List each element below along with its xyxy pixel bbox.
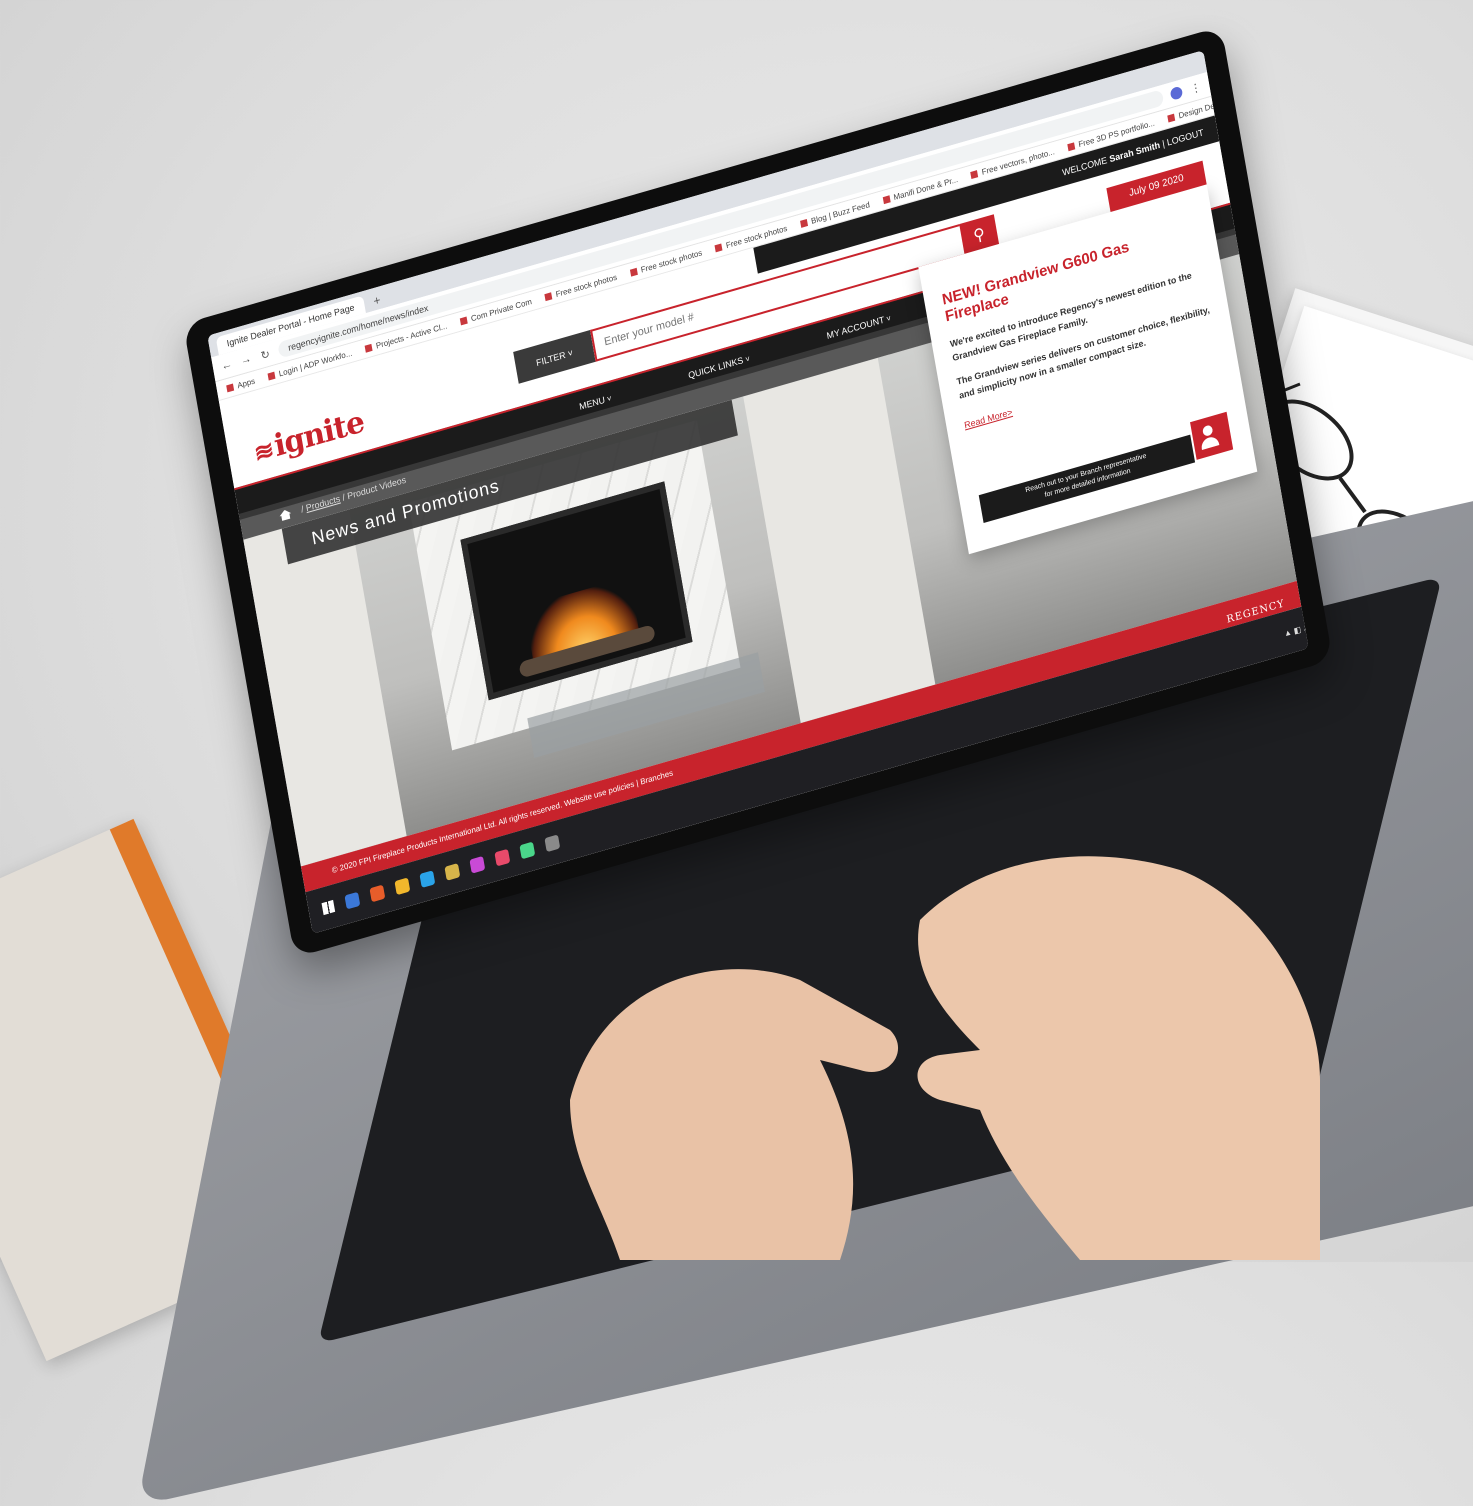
windows-start-icon[interactable] [321, 899, 336, 916]
breadcrumb-separator: / [341, 492, 346, 503]
back-icon[interactable]: ← [220, 358, 234, 373]
home-icon[interactable] [279, 508, 292, 521]
chevron-down-icon: ˅ [566, 347, 574, 360]
breadcrumb-products[interactable]: Products [305, 493, 341, 513]
welcome-separator: | [1161, 138, 1166, 150]
reload-icon[interactable]: ↻ [258, 346, 272, 362]
contact-line: Reach out to your Branch representative [1024, 452, 1147, 495]
forward-icon[interactable]: → [239, 352, 253, 368]
wall-panel-right [743, 357, 936, 724]
menu-dots-icon[interactable]: ⋮ [1189, 80, 1203, 96]
taskbar-folder-icon[interactable] [444, 863, 461, 881]
breadcrumb-separator: / [300, 503, 305, 515]
search-icon: ⚲ [972, 225, 987, 246]
taskbar-app-icon[interactable] [544, 834, 561, 853]
taskbar-app-icon[interactable] [519, 841, 536, 860]
system-tray[interactable]: ▲ ◧ ♪ [1283, 622, 1308, 638]
taskbar-app-icon[interactable] [369, 884, 386, 903]
taskbar-app-icon[interactable] [469, 855, 486, 874]
logout-link[interactable]: LOGOUT [1166, 127, 1204, 147]
filter-label: FILTER [535, 349, 567, 369]
bookmark-item[interactable]: Apps [226, 376, 256, 393]
filter-button[interactable]: FILTER ˅ [513, 330, 596, 384]
profile-icon[interactable] [1169, 85, 1184, 101]
typing-hands [570, 856, 1320, 1260]
taskbar-app-icon[interactable] [344, 891, 361, 910]
contact-person-icon[interactable] [1190, 411, 1234, 460]
taskbar-app-icon[interactable] [494, 848, 511, 867]
user-name: Sarah Smith [1108, 139, 1161, 165]
welcome-label: WELCOME [1061, 154, 1108, 178]
taskbar-app-icon[interactable] [394, 877, 411, 896]
flame-icon: ≋ [251, 434, 276, 469]
taskbar-app-icon[interactable] [419, 870, 436, 888]
wall-panel-left [243, 509, 407, 867]
